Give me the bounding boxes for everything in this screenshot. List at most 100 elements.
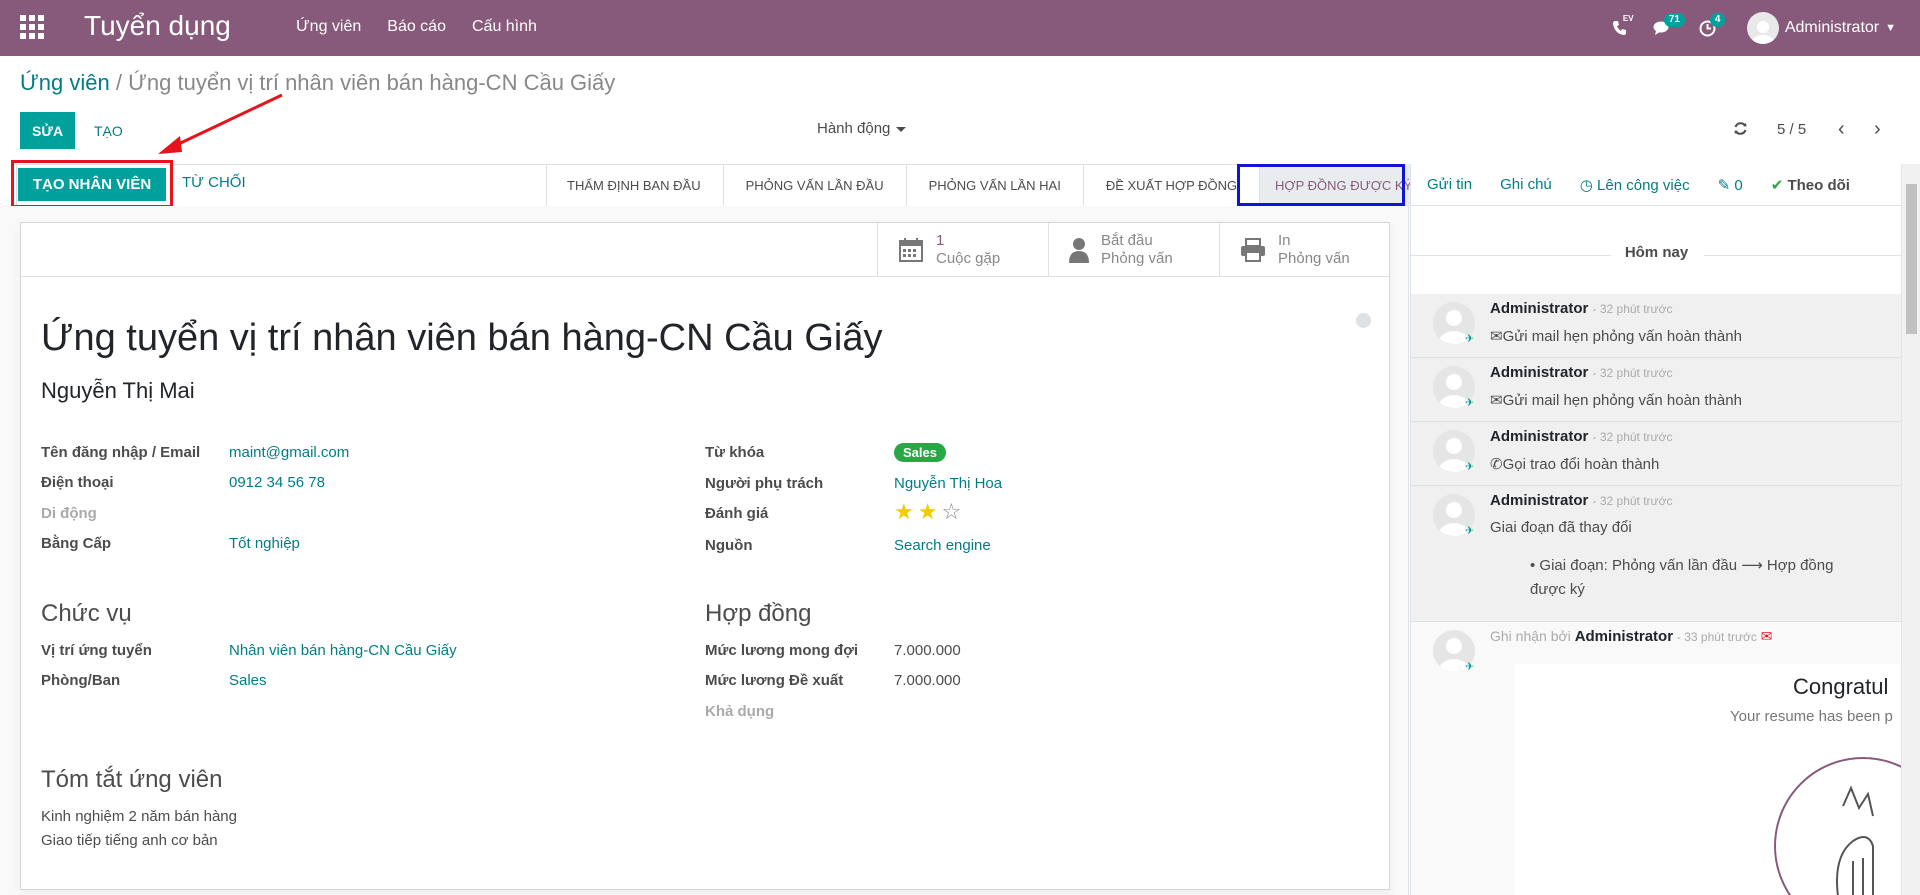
edit-button[interactable]: SỬA [20, 112, 76, 149]
availability-label: Khả dụng [705, 703, 775, 720]
apps-menu-icon[interactable] [20, 15, 44, 39]
app-brand[interactable]: Tuyển dụng [84, 10, 231, 42]
message-body: Giai đoạn đã thay đổi [1490, 519, 1632, 536]
source-label: Nguồn [705, 537, 753, 554]
menu-item-reports[interactable]: Báo cáo [387, 18, 446, 36]
actions-label: Hành động [817, 120, 891, 137]
priority-stars[interactable]: ★★☆ [894, 499, 965, 525]
contract-section-title: Hợp đồng [705, 600, 812, 627]
responsible-label: Người phụ trách [705, 475, 824, 492]
refresh-icon[interactable] [1733, 121, 1748, 141]
attachments-count: 0 [1734, 176, 1743, 194]
message-item[interactable]: ✈ Administrator - 32 phút trước Giai đoạ… [1411, 486, 1902, 622]
message-body: Gọi trao đổi hoàn thành [1502, 456, 1660, 473]
top-navbar: Tuyển dụng Ứng viên Báo cáo Cấu hình EV … [0, 0, 1920, 56]
menu-item-applicants[interactable]: Ứng viên [296, 18, 361, 36]
message-item[interactable]: ✈ Administrator - 32 phút trước ✆Gọi tra… [1411, 422, 1902, 486]
check-icon: ✔ [1770, 176, 1784, 194]
print-interview-smart-button[interactable]: In Phỏng vấn [1219, 223, 1391, 277]
user-menu[interactable]: Administrator ▼ [1746, 12, 1896, 44]
message-item[interactable]: ✈ Administrator - 32 phút trước ✉Gửi mai… [1411, 358, 1902, 422]
kanban-state-dot[interactable] [1356, 313, 1371, 328]
scrollbar-thumb[interactable] [1906, 184, 1917, 334]
refuse-button[interactable]: TỪ CHỐI [182, 174, 246, 191]
highlight-box-blue [1237, 164, 1405, 206]
breadcrumb-parent[interactable]: Ứng viên [20, 70, 110, 95]
print-line2: Phỏng vấn [1278, 250, 1350, 267]
scrollbar[interactable] [1901, 164, 1920, 895]
degree-field[interactable]: Tốt nghiệp [229, 535, 300, 552]
envelope-icon: ✉ [1490, 328, 1503, 345]
voip-phone-icon[interactable]: EV [1603, 0, 1637, 56]
expected-salary-label: Mức lương mong đợi [705, 642, 859, 659]
star-filled-icon[interactable]: ★ [894, 499, 918, 524]
pager-previous-icon[interactable]: ‹ [1838, 118, 1845, 141]
schedule-activity-button[interactable]: ◷ Lên công việc [1580, 176, 1690, 194]
email-text: Your resume has been p [1730, 708, 1893, 725]
department-field[interactable]: Sales [229, 672, 267, 689]
summary-line[interactable]: Kinh nghiệm 2 năm bán hàng [41, 808, 237, 825]
summary-section-title: Tóm tắt ứng viên [41, 766, 223, 793]
follow-button[interactable]: ✔ Theo dõi [1771, 176, 1850, 194]
user-icon [1069, 238, 1089, 263]
log-note-button[interactable]: Ghi chú [1500, 176, 1552, 193]
message-author[interactable]: Administrator [1490, 364, 1588, 381]
page-title[interactable]: Ứng tuyển vị trí nhân viên bán hàng-CN C… [41, 317, 882, 360]
chevron-down-icon: ▼ [1885, 22, 1896, 34]
email-label: Tên đăng nhập / Email [41, 444, 201, 461]
mobile-label: Di động [41, 505, 97, 522]
main-menu: Ứng viên Báo cáo Cấu hình [296, 18, 537, 36]
tracking-value: • Giai đoạn: Phỏng vấn lần đầu ⟶ Hợp đồn… [1530, 557, 1834, 598]
messages-icon[interactable]: 71 [1645, 0, 1685, 56]
proposed-salary-field[interactable]: 7.000.000 [894, 672, 961, 689]
message-author[interactable]: Administrator [1490, 492, 1588, 509]
stage-contract-proposal[interactable]: ĐỀ XUẤT HỢP ĐỒNG [1082, 164, 1259, 206]
chatter-topbar: Gửi tin Ghi chú ◷ Lên công việc ✎ 0 ✔ Th… [1411, 164, 1902, 206]
form-sheet: 1 Cuộc gặp Bắt đầu Phỏng vấn In Phỏng vấn Ứ… [20, 222, 1390, 890]
expected-salary-field[interactable]: 7.000.000 [894, 642, 961, 659]
stage-initial-qualification[interactable]: THẨM ĐỊNH BAN ĐẦU [546, 164, 723, 206]
applicant-name[interactable]: Nguyễn Thị Mai [41, 378, 195, 404]
chatter-panel: Gửi tin Ghi chú ◷ Lên công việc ✎ 0 ✔ Th… [1410, 164, 1915, 895]
actions-dropdown[interactable]: Hành động [817, 120, 907, 137]
messages-count-badge: 71 [1663, 13, 1685, 27]
start-interview-smart-button[interactable]: Bắt đầu Phỏng vấn [1048, 223, 1220, 277]
stage-second-interview[interactable]: PHỎNG VẤN LẦN HAI [905, 164, 1083, 206]
pager-value[interactable]: 5 / 5 [1777, 121, 1806, 138]
star-filled-icon[interactable]: ★ [918, 499, 942, 524]
responsible-field[interactable]: Nguyễn Thị Hoa [894, 475, 1002, 492]
email-preview: Congratul Your resume has been p [1515, 664, 1915, 895]
message-author[interactable]: Administrator [1490, 428, 1588, 445]
activities-clock-icon[interactable]: 4 [1691, 0, 1726, 56]
rating-label: Đánh giá [705, 505, 769, 522]
menu-item-configuration[interactable]: Cấu hình [472, 18, 537, 36]
attachments-button[interactable]: ✎ 0 [1718, 176, 1743, 194]
annotation-arrow-icon [158, 93, 283, 154]
envelope-icon: ✉ [1490, 392, 1503, 409]
source-field[interactable]: Search engine [894, 537, 991, 554]
message-time: - 32 phút trước [1592, 302, 1673, 316]
message-body: Gửi mail hẹn phỏng vấn hoàn thành [1502, 392, 1742, 409]
message-time: - 32 phút trước [1592, 430, 1673, 444]
tags-label: Từ khóa [705, 444, 765, 461]
star-empty-icon[interactable]: ☆ [941, 499, 965, 524]
tag-badge[interactable]: Sales [894, 443, 946, 462]
pager-next-icon[interactable]: › [1874, 118, 1881, 141]
message-author[interactable]: Administrator [1490, 300, 1588, 317]
summary-line[interactable]: Giao tiếp tiếng anh cơ bản [41, 832, 218, 849]
send-message-button[interactable]: Gửi tin [1427, 176, 1472, 193]
stage-first-interview[interactable]: PHỎNG VẤN LẦN ĐẦU [722, 164, 906, 206]
phone-field[interactable]: 0912 34 56 78 [229, 474, 325, 491]
user-name: Administrator [1784, 19, 1880, 36]
email-icon: ✉ [1760, 628, 1773, 644]
message-item[interactable]: ✈ Administrator - 32 phút trước ✉Gửi mai… [1411, 294, 1902, 358]
start-interview-line1: Bắt đầu [1101, 232, 1153, 249]
plane-icon: ✈ [1465, 333, 1475, 345]
message-time: - 32 phút trước [1592, 366, 1673, 380]
position-field[interactable]: Nhân viên bán hàng-CN Cầu Giấy [229, 642, 457, 659]
celebration-hands-icon [1774, 757, 1913, 895]
create-button[interactable]: TẠO [84, 112, 133, 149]
message-author[interactable]: Administrator [1575, 628, 1673, 645]
email-field[interactable]: maint@gmail.com [229, 444, 349, 461]
meetings-smart-button[interactable]: 1 Cuộc gặp [877, 223, 1049, 277]
